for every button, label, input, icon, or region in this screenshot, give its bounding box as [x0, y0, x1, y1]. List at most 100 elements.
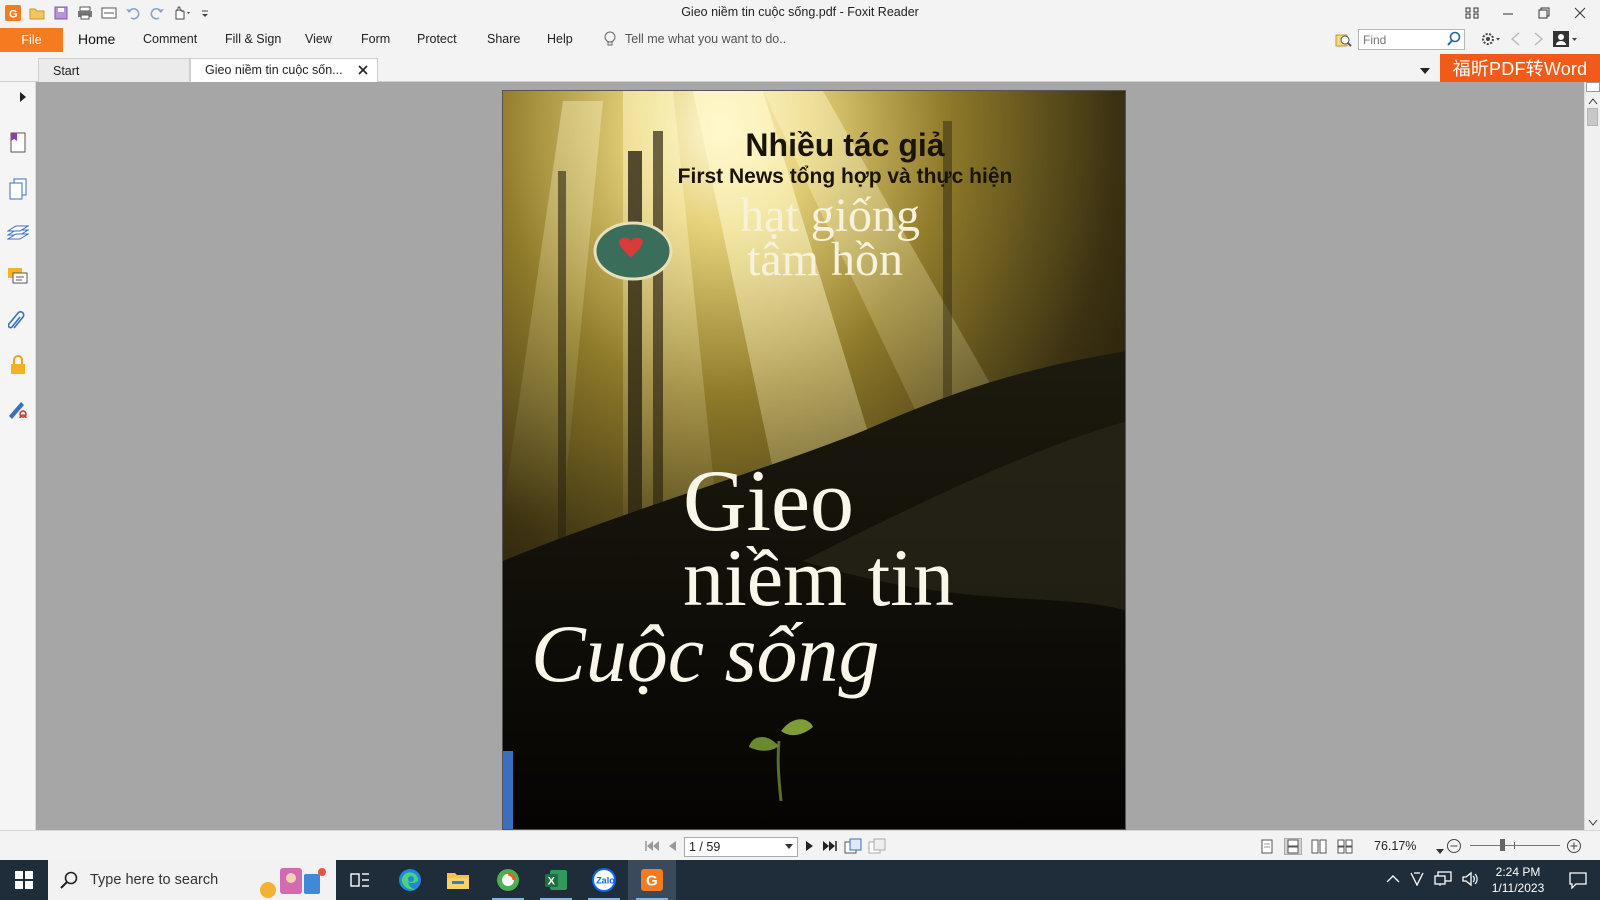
comments-icon[interactable]: [7, 266, 29, 288]
search-icon[interactable]: [1446, 31, 1462, 50]
keyboard-language-icon[interactable]: [1410, 871, 1424, 889]
scroll-down-icon[interactable]: [1588, 816, 1598, 830]
ribbon-tab-form[interactable]: Form: [361, 32, 390, 46]
tab-list-dropdown-icon[interactable]: [1420, 65, 1430, 79]
tab-label: Gieo niềm tin cuộc sốn...: [205, 63, 343, 77]
next-result-icon[interactable]: [1530, 31, 1546, 50]
pdf-page[interactable]: Nhiều tác giả First News tổng hợp và thự…: [502, 90, 1126, 830]
taskbar-clock[interactable]: 2:24 PM 1/11/2023: [1478, 864, 1558, 896]
previous-view-icon[interactable]: [844, 838, 862, 857]
pages-thumbnails-icon[interactable]: [7, 178, 29, 200]
ribbon-tab-share[interactable]: Share: [487, 32, 520, 46]
vertical-scrollbar[interactable]: [1584, 82, 1600, 830]
windows-taskbar: Type here to search X Zalo G 2:24 PM 1/1…: [0, 860, 1600, 900]
tab-label: Start: [53, 63, 80, 78]
find-input[interactable]: [1359, 30, 1445, 49]
clock-date: 1/11/2023: [1491, 881, 1545, 895]
taskbar-browser-button[interactable]: [484, 860, 532, 900]
attachments-paperclip-icon[interactable]: [7, 310, 29, 332]
ribbon-tab-fill-sign[interactable]: Fill & Sign: [225, 32, 281, 46]
task-view-icon: [350, 873, 369, 887]
find-field[interactable]: [1358, 29, 1465, 50]
page-dropdown-icon[interactable]: [785, 844, 793, 850]
save-icon[interactable]: [52, 4, 70, 22]
previous-page-icon[interactable]: [666, 839, 678, 856]
zoom-level[interactable]: 76.17%: [1374, 839, 1416, 853]
next-view-icon[interactable]: [868, 838, 886, 857]
previous-result-icon[interactable]: [1508, 31, 1524, 50]
bookmarks-icon[interactable]: [7, 132, 29, 154]
lightbulb-icon: [604, 31, 616, 46]
zalo-icon: Zalo: [592, 868, 616, 892]
minimize-button[interactable]: [1490, 2, 1526, 24]
ribbon-tab-home[interactable]: Home: [78, 31, 115, 47]
ribbon-tab-view[interactable]: View: [305, 32, 332, 46]
taskbar-excel-button[interactable]: X: [532, 860, 580, 900]
cover-author: Nhiều tác giả: [745, 127, 945, 163]
zoom-slider[interactable]: [1470, 839, 1560, 851]
zoom-in-icon[interactable]: [1566, 838, 1582, 857]
continuous-facing-view-icon[interactable]: [1336, 838, 1354, 855]
windows-logo-icon: [15, 871, 33, 889]
taskbar-file-explorer-button[interactable]: [434, 860, 482, 900]
file-menu-button[interactable]: File: [0, 28, 63, 52]
edge-icon: [399, 869, 421, 891]
scan-icon[interactable]: [100, 4, 118, 22]
folder-icon: [447, 873, 469, 889]
advanced-search-icon[interactable]: [1334, 31, 1352, 49]
last-page-icon[interactable]: [822, 839, 838, 856]
single-page-view-icon[interactable]: [1258, 838, 1276, 855]
taskbar-edge-button[interactable]: [386, 860, 434, 900]
show-hidden-icons-icon[interactable]: [1386, 873, 1400, 887]
ribbon-tab-comment[interactable]: Comment: [143, 32, 197, 46]
task-view-button[interactable]: [336, 860, 384, 900]
zoom-out-icon[interactable]: [1446, 838, 1462, 857]
security-lock-icon[interactable]: [7, 354, 29, 376]
print-icon[interactable]: [76, 4, 94, 22]
user-account-icon[interactable]: [1552, 30, 1578, 51]
network-icon[interactable]: [1434, 870, 1452, 890]
tab-start[interactable]: Start: [38, 58, 190, 82]
taskbar-zalo-button[interactable]: Zalo: [580, 860, 628, 900]
svg-text:X: X: [548, 876, 556, 888]
taskbar-search-box[interactable]: Type here to search: [48, 860, 336, 900]
zoom-slider-thumb[interactable]: [1500, 839, 1505, 851]
tab-document[interactable]: Gieo niềm tin cuộc sốn...: [190, 58, 378, 82]
status-bar: 1 / 59 76.17%: [0, 830, 1600, 860]
pdf-to-word-promo[interactable]: 福昕PDF转Word: [1440, 54, 1600, 82]
first-page-icon[interactable]: [644, 839, 660, 856]
zoom-dropdown-icon[interactable]: [1436, 844, 1444, 858]
close-tab-icon[interactable]: [357, 64, 369, 79]
scroll-up-icon[interactable]: [1588, 94, 1598, 108]
facing-view-icon[interactable]: [1310, 838, 1328, 855]
tell-me-box[interactable]: Tell me what you want to do..: [603, 31, 786, 47]
expand-panel-icon[interactable]: [19, 91, 27, 105]
page-indicator: 1 / 59: [689, 840, 721, 854]
ribbon-tab-protect[interactable]: Protect: [417, 32, 457, 46]
page-navigation: 1 / 59: [644, 837, 886, 857]
cover-title-line3: Cuộc sống: [531, 608, 880, 699]
foxit-logo-icon[interactable]: G: [4, 4, 22, 22]
page-number-field[interactable]: 1 / 59: [684, 837, 798, 857]
redo-icon[interactable]: [148, 4, 166, 22]
next-page-icon[interactable]: [804, 839, 816, 856]
settings-gear-icon[interactable]: [1480, 31, 1502, 50]
layers-icon[interactable]: [7, 222, 29, 244]
scrollbar-thumb[interactable]: [1587, 108, 1598, 126]
restore-button[interactable]: [1526, 2, 1562, 24]
start-button[interactable]: [0, 860, 48, 900]
customize-toolbar-icon[interactable]: [196, 4, 214, 22]
continuous-view-icon[interactable]: [1284, 838, 1302, 855]
split-view-button[interactable]: [1586, 82, 1600, 92]
undo-icon[interactable]: [124, 4, 142, 22]
open-folder-icon[interactable]: [28, 4, 46, 22]
document-view[interactable]: Nhiều tác giả First News tổng hợp và thự…: [36, 82, 1584, 830]
excel-icon: X: [545, 870, 567, 890]
signatures-icon[interactable]: [7, 398, 29, 420]
close-button[interactable]: [1562, 2, 1598, 24]
hand-tool-icon[interactable]: [172, 4, 190, 22]
ribbon-display-icon[interactable]: [1454, 2, 1490, 24]
action-center-button[interactable]: [1556, 860, 1600, 900]
taskbar-foxit-reader-button[interactable]: G: [628, 860, 676, 900]
ribbon-tab-help[interactable]: Help: [547, 32, 573, 46]
